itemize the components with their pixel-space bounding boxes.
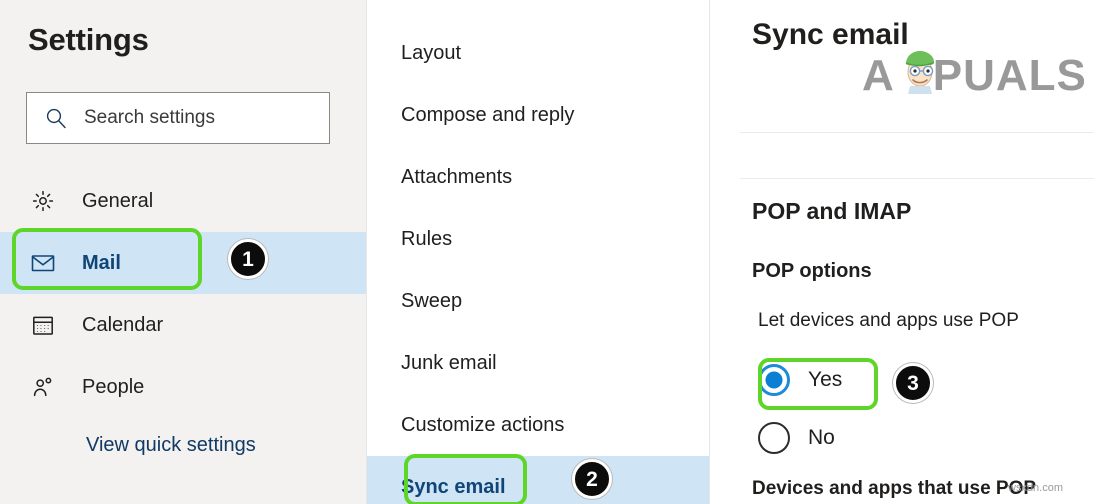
category-label: Customize actions [401,414,564,437]
step-badge-3: 3 [893,363,933,403]
sub-heading-pop-options: POP options [752,260,872,283]
category-item-customize-actions[interactable]: Customize actions [367,394,709,456]
category-item-rules[interactable]: Rules [367,208,709,270]
category-label: Compose and reply [401,104,574,127]
detail-title: Sync email [752,18,909,52]
category-item-attachments[interactable]: Attachments [367,146,709,208]
search-placeholder: Search settings [84,107,215,129]
category-label: Rules [401,228,452,251]
sidebar-item-label: Calendar [82,314,163,337]
radio-label-yes: Yes [808,368,842,392]
search-input[interactable]: Search settings [26,92,330,144]
radio-button-yes[interactable] [758,364,790,396]
gear-icon [30,188,56,214]
footer-note-devices-and-apps: Devices and apps that use POP [752,478,1036,500]
radio-option-no[interactable]: No [758,422,835,454]
category-item-sync-email[interactable]: Sync email [367,456,709,504]
search-icon [45,107,67,129]
step-badge-1: 1 [228,239,268,279]
divider-bottom [740,178,1094,179]
envelope-icon [30,250,56,276]
radio-option-yes[interactable]: Yes [758,364,842,396]
sidebar-item-mail[interactable]: Mail [0,232,366,294]
sidebar-item-label: People [82,376,144,399]
field-label-let-devices-use-pop: Let devices and apps use POP [758,310,1019,332]
category-item-junk-email[interactable]: Junk email [367,332,709,394]
mail-categories-pane: Layout Compose and reply Attachments Rul… [366,0,710,504]
category-label: Layout [401,42,461,65]
settings-sidebar: Settings Search settings General [0,0,366,504]
settings-nav-list: General Mail [0,170,366,418]
step-badge-2: 2 [572,459,612,499]
category-label: Sweep [401,290,462,313]
category-item-sweep[interactable]: Sweep [367,270,709,332]
view-quick-settings-link[interactable]: View quick settings [0,420,366,470]
settings-window: Settings Search settings General [0,0,1094,504]
category-label: Attachments [401,166,512,189]
category-item-compose-and-reply[interactable]: Compose and reply [367,84,709,146]
page-title: Settings [28,22,149,58]
category-label: Sync email [401,476,506,499]
sync-email-detail-pane: Sync email POP and IMAP POP options Let … [710,0,1094,504]
people-icon [30,374,56,400]
sidebar-item-calendar[interactable]: Calendar [0,294,366,356]
radio-label-no: No [808,426,835,450]
sidebar-item-label: General [82,190,153,213]
sidebar-item-people[interactable]: People [0,356,366,418]
section-heading-pop-and-imap: POP and IMAP [752,198,911,225]
category-item-layout[interactable]: Layout [367,22,709,84]
sidebar-item-label: Mail [82,252,121,275]
divider-top [740,132,1094,133]
category-label: Junk email [401,352,497,375]
radio-button-no[interactable] [758,422,790,454]
mail-categories-list: Layout Compose and reply Attachments Rul… [367,22,709,504]
sidebar-item-general[interactable]: General [0,170,366,232]
calendar-icon [30,312,56,338]
